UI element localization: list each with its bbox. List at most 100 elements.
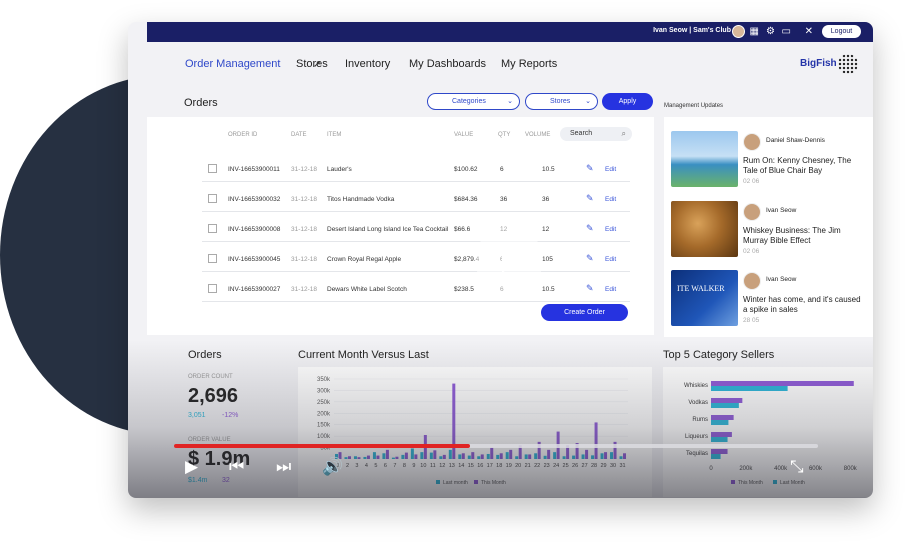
x-tick-label: 25 — [563, 463, 569, 469]
edit-link[interactable]: Edit — [605, 196, 616, 203]
grid-icon[interactable]: ▦ — [750, 26, 759, 37]
table-row[interactable]: INV-16653900011 31-12-18 Lauder's $100.62 6 1… — [202, 154, 630, 182]
mouse-cursor-icon: ➚ — [313, 59, 322, 70]
play-overlay-button[interactable] — [475, 226, 543, 294]
orders-table: ORDER ID DATE ITEM VALUE QTY VOLUME Sear… — [147, 117, 654, 335]
bar-this-month — [461, 453, 465, 459]
edit-link[interactable]: Edit — [605, 226, 616, 233]
col-qty: QTY — [498, 132, 511, 138]
folder-icon[interactable]: ▭ — [782, 26, 791, 37]
table-row[interactable]: INV-16653900045 31-12-18 Crown Royal Regal… — [202, 244, 630, 272]
y-tick-label: 250k — [317, 400, 331, 406]
order-date: 31-12-18 — [291, 166, 318, 173]
table-row[interactable]: INV-16653900027 31-12-18 Dewars White Labe… — [202, 274, 630, 302]
legend-label: Last Month — [780, 480, 805, 486]
order-value-previous: $1.4m — [188, 477, 208, 484]
category-chart-title: Top 5 Category Sellers — [663, 349, 775, 361]
x-tick-label: 24 — [553, 463, 559, 469]
edit-icon[interactable]: ✎ — [586, 163, 594, 174]
edit-icon[interactable]: ✎ — [586, 223, 594, 234]
edit-icon[interactable]: ✎ — [586, 253, 594, 264]
bar-last-month — [524, 454, 528, 459]
order-volume: 105 — [542, 256, 553, 263]
table-row[interactable]: INV-16653900008 31-12-18 Desert Island Lon… — [202, 214, 630, 242]
x-tick-label: 3 — [355, 463, 358, 469]
row-checkbox[interactable] — [208, 194, 217, 203]
create-order-button[interactable]: Create Order — [541, 304, 628, 321]
news-date: 28 05 — [743, 317, 760, 324]
edit-icon[interactable]: ✎ — [586, 193, 594, 204]
row-checkbox[interactable] — [208, 224, 217, 233]
author-avatar — [743, 272, 761, 290]
row-checkbox[interactable] — [208, 284, 217, 293]
video-progress-track[interactable] — [174, 444, 818, 448]
bar-last-month — [401, 454, 405, 459]
skip-forward-icon[interactable]: ⏭ — [276, 457, 291, 477]
bar-this-month — [711, 415, 734, 420]
order-count: 2,696 — [188, 385, 239, 407]
bar-last-month — [543, 455, 547, 459]
x-tick-label: 27 — [582, 463, 588, 469]
brand-logo: BigFish — [800, 58, 837, 69]
bar-last-month — [505, 452, 509, 459]
order-id: INV-16653900011 — [228, 166, 280, 173]
order-count-previous: 3,051 — [188, 412, 206, 419]
nav-my-reports[interactable]: My Reports — [501, 58, 557, 70]
table-row[interactable]: INV-16653900032 31-12-18 Titos Handmade Vo… — [202, 184, 630, 212]
bar-this-month — [357, 457, 361, 459]
edit-link[interactable]: Edit — [605, 256, 616, 263]
apply-button[interactable]: Apply — [602, 93, 653, 110]
nav-order-management[interactable]: Order Management — [185, 58, 280, 70]
nav-inventory[interactable]: Inventory — [345, 58, 390, 70]
play-icon[interactable]: ▶ — [185, 457, 198, 477]
order-item: Dewars White Label Scotch — [327, 286, 407, 293]
top-bar: Ivan Seow | Sam's Club ▦ ⚙ ▭ ✕ Logout — [147, 22, 873, 42]
bar-last-month — [572, 455, 576, 459]
exit-fullscreen-icon[interactable]: ⤡ — [790, 457, 804, 477]
skip-back-icon[interactable]: ⏮ — [229, 457, 244, 477]
search-input[interactable]: Search ⌕ — [560, 127, 632, 141]
news-item[interactable]: Daniel Shaw-Dennis Rum On: Kenny Chesney… — [671, 131, 861, 199]
bar-last-month — [439, 456, 443, 459]
categories-dropdown[interactable]: Categories ⌄ — [427, 93, 520, 110]
bar-last-month — [581, 454, 585, 459]
tools-icon[interactable]: ✕ — [805, 26, 813, 37]
stores-label: Stores — [550, 98, 571, 105]
bar-this-month — [499, 453, 503, 459]
x-tick-label: 22 — [534, 463, 540, 469]
x-tick-label: 600k — [809, 466, 823, 472]
col-order-id: ORDER ID — [228, 132, 258, 138]
x-tick-label: 4 — [365, 463, 368, 469]
bar-this-month — [376, 455, 380, 459]
gear-icon[interactable]: ⚙ — [766, 26, 775, 37]
stores-dropdown[interactable]: Stores ⌄ — [525, 93, 598, 110]
category-chart: Whiskies Vodkas Rums Liqueurs Tequilas 0 200k 4… — [684, 381, 858, 486]
volume-icon[interactable]: 🔊 — [322, 457, 343, 477]
stats-title: Orders — [188, 349, 222, 361]
x-tick-label: 400k — [774, 466, 788, 472]
bar-this-month — [385, 449, 389, 459]
nav-my-dashboards[interactable]: My Dashboards — [409, 58, 486, 70]
category-label: Tequilas — [686, 451, 708, 457]
news-item[interactable]: ITE WALKER Ivan Seow Winter has come, an… — [671, 270, 861, 337]
x-tick-label: 30 — [610, 463, 616, 469]
nav-stores[interactable]: Stores — [296, 58, 328, 70]
edit-icon[interactable]: ✎ — [586, 283, 594, 294]
order-id: INV-16653900027 — [228, 286, 281, 293]
edit-link[interactable]: Edit — [605, 286, 616, 293]
row-checkbox[interactable] — [208, 254, 217, 263]
y-tick-label: 300k — [317, 388, 331, 394]
category-label: Rums — [692, 417, 708, 423]
order-item: Desert Island Long Island Ice Tea Cockta… — [327, 226, 449, 233]
logout-button[interactable]: Logout — [822, 25, 861, 38]
bar-last-month — [429, 452, 433, 459]
bar-last-month — [382, 453, 386, 459]
col-value: VALUE — [454, 132, 474, 138]
user-avatar[interactable] — [732, 25, 745, 38]
news-item[interactable]: Ivan Seow Whiskey Business: The Jim Murr… — [671, 201, 861, 269]
bar-this-month — [414, 454, 418, 459]
edit-link[interactable]: Edit — [605, 166, 616, 173]
news-image: ITE WALKER — [671, 270, 738, 326]
y-tick-label: 100k — [317, 434, 331, 440]
row-checkbox[interactable] — [208, 164, 217, 173]
